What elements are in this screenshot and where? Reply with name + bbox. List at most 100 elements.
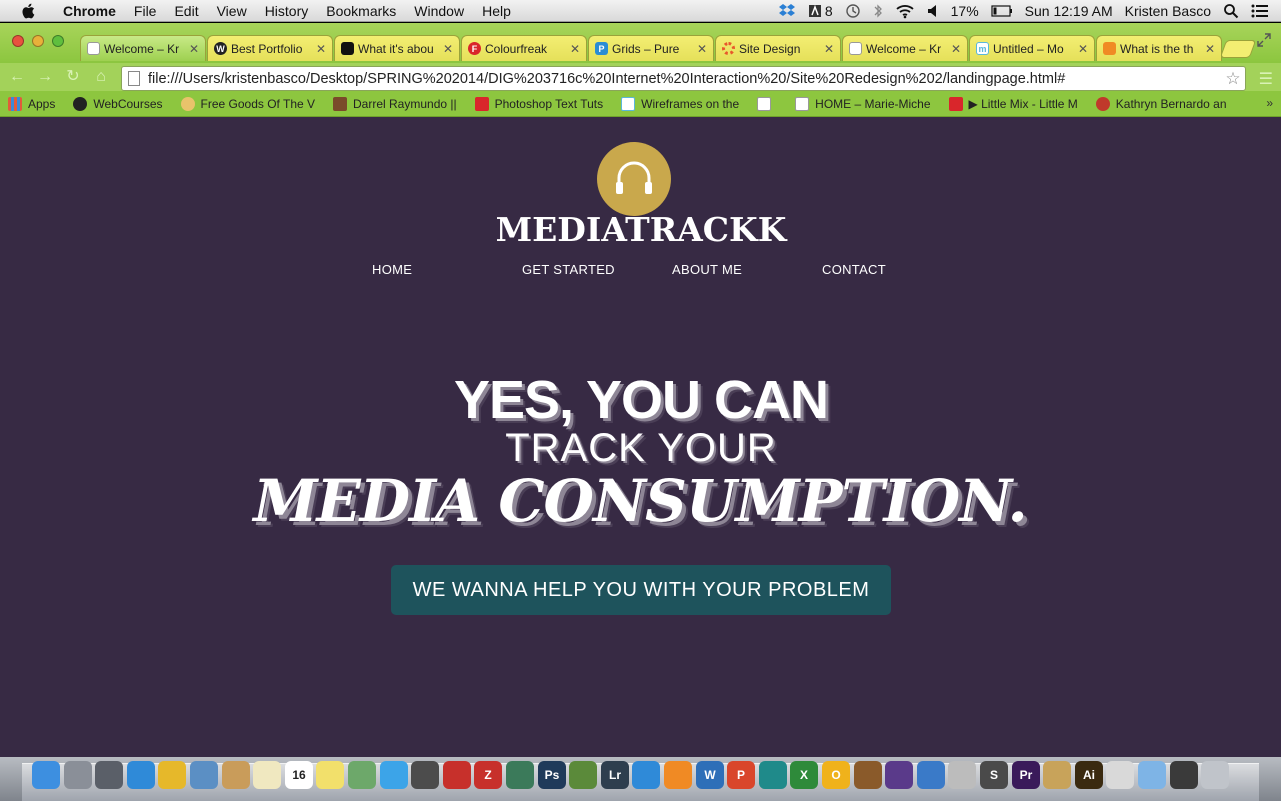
menu-window[interactable]: Window [405, 3, 473, 19]
bookmark-item[interactable]: ▶ Little Mix - Little M [948, 96, 1078, 111]
photoshop-icon[interactable]: Ps [538, 761, 566, 789]
minimize-window-button[interactable] [32, 35, 44, 47]
image-capture-icon[interactable] [506, 761, 534, 789]
filezilla-icon[interactable]: Z [474, 761, 502, 789]
finder-icon[interactable] [32, 761, 60, 789]
hamburger-menu-icon[interactable]: ☰ [1259, 69, 1273, 89]
lightroom-icon[interactable]: Lr [601, 761, 629, 789]
chrome-icon[interactable] [158, 761, 186, 789]
bookmark-item[interactable]: Darrel Raymundo || [333, 96, 457, 111]
bookmark-star-icon[interactable]: ☆ [1221, 69, 1245, 89]
tab[interactable]: F Colourfreak ✕ [461, 35, 587, 61]
close-tab-icon[interactable]: ✕ [1205, 42, 1215, 56]
ibooks-icon[interactable] [664, 761, 692, 789]
dropbox-icon[interactable] [778, 3, 796, 19]
folder-icon[interactable] [1138, 761, 1166, 789]
garageband-icon[interactable] [854, 761, 882, 789]
powerpoint-icon[interactable]: P [727, 761, 755, 789]
tab[interactable]: Welcome – Kr ✕ [842, 35, 968, 61]
cta-button[interactable]: WE WANNA HELP YOU WITH YOUR PROBLEM [391, 565, 891, 615]
adobe-notification-icon[interactable]: 8 [808, 3, 833, 19]
safari-icon[interactable] [127, 761, 155, 789]
tab[interactable]: W Best Portfolio ✕ [207, 35, 333, 61]
close-tab-icon[interactable]: ✕ [443, 42, 453, 56]
contacts-icon[interactable] [222, 761, 250, 789]
home-icon[interactable]: ⌂ [92, 68, 110, 86]
menu-chrome[interactable]: Chrome [54, 3, 125, 19]
messages-icon[interactable] [380, 761, 408, 789]
close-tab-icon[interactable]: ✕ [697, 42, 707, 56]
close-tab-icon[interactable]: ✕ [189, 42, 199, 56]
bookmark-item[interactable]: Kathryn Bernardo an [1095, 96, 1227, 111]
screen-icon[interactable] [1170, 761, 1198, 789]
itunes-icon[interactable] [917, 761, 945, 789]
menu-edit[interactable]: Edit [165, 3, 207, 19]
forward-arrow-icon[interactable]: → [36, 68, 54, 86]
maya-icon[interactable] [759, 761, 787, 789]
sublime-icon[interactable]: S [980, 761, 1008, 789]
close-tab-icon[interactable]: ✕ [951, 42, 961, 56]
bluetooth-icon[interactable] [873, 3, 883, 19]
tab[interactable]: What it's abou ✕ [334, 35, 460, 61]
zoom-window-button[interactable] [52, 35, 64, 47]
menu-help[interactable]: Help [473, 3, 520, 19]
mission-control-icon[interactable] [95, 761, 123, 789]
menu-file[interactable]: File [125, 3, 166, 19]
back-arrow-icon[interactable]: ← [8, 68, 26, 86]
spotlight-icon[interactable] [1223, 3, 1239, 19]
nav-get-started[interactable]: GET STARTED [522, 262, 615, 277]
nav-home[interactable]: HOME [372, 262, 412, 277]
facetime-icon[interactable] [411, 761, 439, 789]
bookmark-item[interactable] [757, 96, 777, 111]
more-bookmarks-icon[interactable]: » [1266, 96, 1273, 110]
calendar-icon[interactable]: 16 [285, 761, 313, 789]
reload-icon[interactable]: ↻ [64, 68, 82, 86]
imovie-icon[interactable] [885, 761, 913, 789]
app-store-icon[interactable] [632, 761, 660, 789]
nav-about-me[interactable]: ABOUT ME [672, 262, 742, 277]
excel-icon[interactable]: X [790, 761, 818, 789]
notification-center-icon[interactable] [1251, 4, 1269, 18]
site-logo[interactable]: MEDIATRACKK [440, 210, 842, 249]
stickies-icon[interactable] [316, 761, 344, 789]
tab[interactable]: P Grids – Pure ✕ [588, 35, 714, 61]
new-tab-button[interactable] [1219, 40, 1257, 58]
premiere-icon[interactable]: Pr [1012, 761, 1040, 789]
tab[interactable]: Welcome – Kr ✕ [80, 35, 206, 61]
tab[interactable]: m Untitled – Mo ✕ [969, 35, 1095, 61]
apple-icon[interactable] [20, 2, 38, 20]
bookmark-apps[interactable]: Apps [8, 96, 55, 111]
bookmark-item[interactable]: Photoshop Text Tuts [474, 96, 603, 111]
photos-icon[interactable] [348, 761, 376, 789]
bookmark-item[interactable]: Free Goods Of The V [180, 96, 315, 111]
notes-icon[interactable] [253, 761, 281, 789]
image-icon[interactable] [1043, 761, 1071, 789]
close-tab-icon[interactable]: ✕ [316, 42, 326, 56]
volume-icon[interactable] [927, 4, 939, 18]
nav-contact[interactable]: CONTACT [822, 262, 886, 277]
tab[interactable]: Site Design ✕ [715, 35, 841, 61]
close-tab-icon[interactable]: ✕ [1078, 42, 1088, 56]
preview-icon[interactable] [190, 761, 218, 789]
menu-bookmarks[interactable]: Bookmarks [317, 3, 405, 19]
bookmark-item[interactable]: WebCourses [73, 96, 163, 111]
minecraft-icon[interactable] [569, 761, 597, 789]
clock[interactable]: Sun 12:19 AM [1025, 3, 1113, 19]
camera-icon[interactable] [948, 761, 976, 789]
wifi-icon[interactable] [895, 4, 915, 19]
word-icon[interactable]: W [696, 761, 724, 789]
user-name[interactable]: Kristen Basco [1125, 3, 1211, 19]
document-icon[interactable] [1106, 761, 1134, 789]
photo-booth-icon[interactable] [443, 761, 471, 789]
bookmark-item[interactable]: HOME – Marie-Miche [795, 96, 931, 111]
fullscreen-icon[interactable] [1257, 33, 1271, 52]
menu-history[interactable]: History [256, 3, 318, 19]
menu-view[interactable]: View [208, 3, 256, 19]
bookmark-item[interactable]: Wireframes on the [621, 96, 739, 111]
time-machine-icon[interactable] [845, 3, 861, 19]
illustrator-icon[interactable]: Ai [1075, 761, 1103, 789]
address-bar[interactable]: file:///Users/kristenbasco/Desktop/SPRIN… [121, 66, 1246, 91]
close-tab-icon[interactable]: ✕ [824, 42, 834, 56]
battery-percent[interactable]: 17% [951, 3, 979, 19]
outlook-icon[interactable]: O [822, 761, 850, 789]
